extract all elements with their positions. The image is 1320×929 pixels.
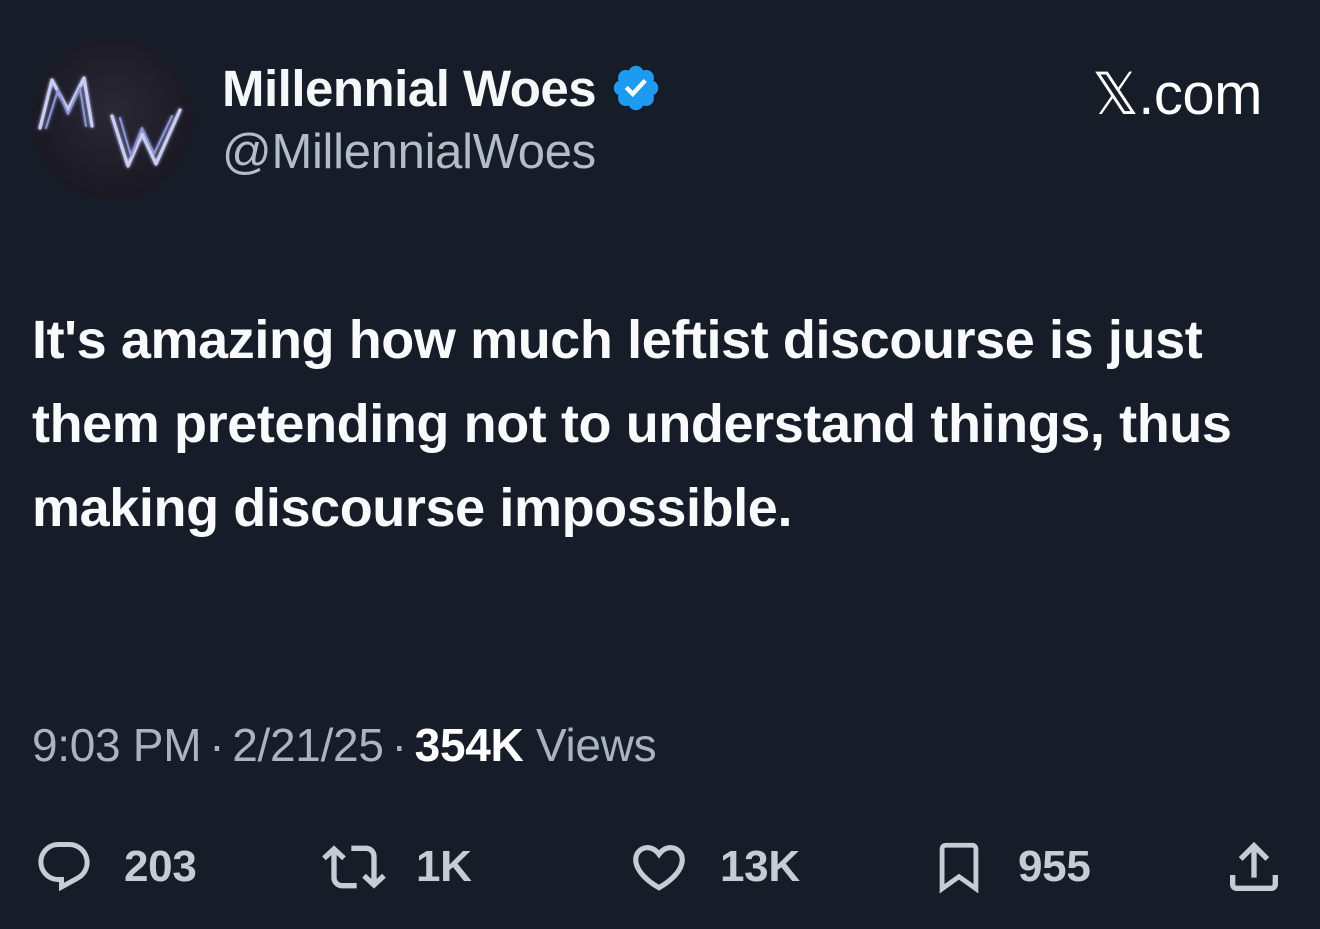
meta-separator: · — [209, 719, 225, 771]
meta-separator: · — [391, 719, 407, 771]
author-handle[interactable]: @MillennialWoes — [222, 124, 596, 180]
repost-button[interactable]: 1K — [322, 836, 472, 898]
views-count: 354K — [414, 719, 524, 771]
bookmark-button[interactable]: 955 — [930, 836, 1091, 898]
author-name-row: Millennial Woes — [222, 56, 662, 120]
avatar[interactable] — [32, 38, 194, 200]
bookmark-count: 955 — [1018, 842, 1091, 891]
heart-icon — [628, 836, 690, 898]
share-icon — [1222, 835, 1286, 899]
verified-badge-icon — [610, 62, 662, 114]
brand-watermark: 𝕏.com — [1092, 62, 1262, 127]
author-display-name[interactable]: Millennial Woes — [222, 59, 597, 118]
tweet-meta: 9:03 PM · 2/21/25 · 354K Views — [32, 718, 657, 772]
reply-button[interactable]: 203 — [34, 836, 197, 898]
reply-count: 203 — [124, 842, 197, 891]
views-label: Views — [535, 719, 657, 771]
reply-icon — [34, 837, 94, 897]
avatar-monogram-logo — [38, 76, 182, 168]
bookmark-icon — [930, 835, 988, 899]
tweet-date[interactable]: 2/21/25 — [232, 719, 384, 771]
like-button[interactable]: 13K — [628, 836, 800, 898]
tweet-time[interactable]: 9:03 PM — [32, 719, 202, 771]
like-count: 13K — [720, 842, 800, 891]
repost-count: 1K — [416, 842, 472, 891]
share-button[interactable] — [1222, 836, 1286, 898]
tweet-card: Millennial Woes @MillennialWoes 𝕏.com It… — [0, 0, 1320, 929]
tweet-text: It's amazing how much leftist discourse … — [32, 310, 1232, 538]
repost-icon — [322, 835, 386, 899]
